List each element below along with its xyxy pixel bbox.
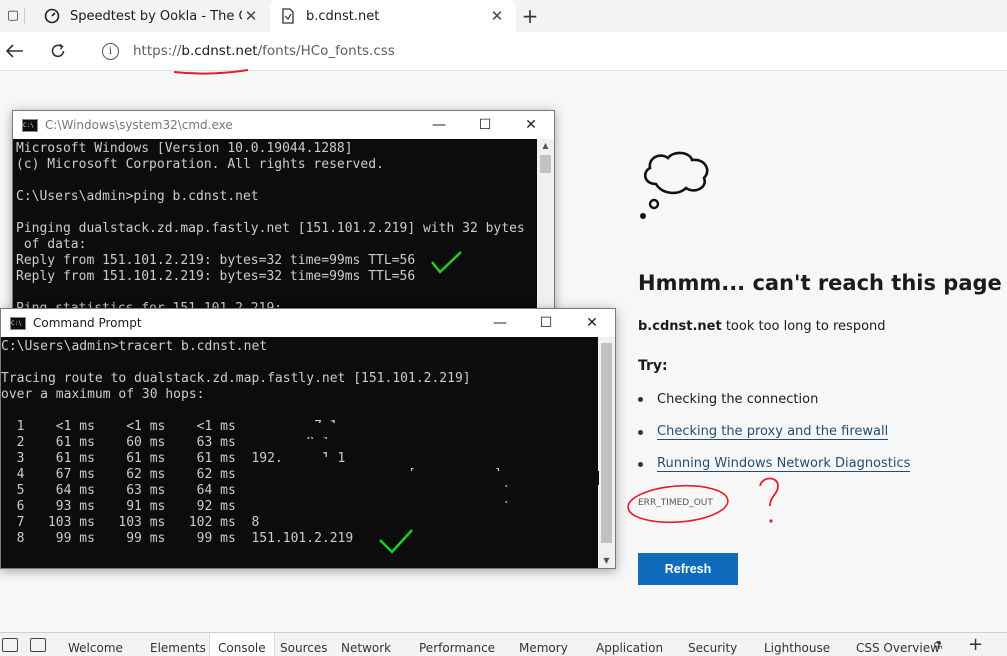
navigation-bar: i https://b.cdnst.net/fonts/HCo_fonts.cs… — [0, 32, 1007, 71]
devtools-tabbar: Welcome Elements Console Sources Network Perf… — [0, 632, 1007, 656]
window-titlebar[interactable]: C:\ C:\Windows\system32\cmd.exe — ☐ ✕ — [13, 111, 554, 139]
cmd-window-ping[interactable]: C:\ C:\Windows\system32\cmd.exe — ☐ ✕ Mi… — [12, 110, 555, 312]
maximize-icon[interactable]: ☐ — [462, 111, 508, 139]
network-diagnostics-link[interactable]: Running Windows Network Diagnostics — [657, 456, 911, 472]
terminal-line: 8 99 ms 99 ms 99 ms 151.101.2.219 — [1, 531, 354, 546]
terminal-line: Microsoft Windows [Version 10.0.19044.12… — [16, 141, 353, 156]
tab-title: Speedtest by Ookla - The Global — [70, 8, 242, 24]
bullet-icon — [638, 429, 643, 435]
error-code: ERR_TIMED_OUT — [638, 498, 713, 508]
tab-separator — [24, 8, 25, 24]
devtools-tab-console[interactable]: Console — [209, 633, 275, 656]
refresh-button[interactable]: Refresh — [638, 553, 738, 585]
terminal-line: Tracing route to dualstack.zd.map.fastly… — [1, 371, 471, 386]
bullet-icon — [638, 397, 643, 402]
speedtest-icon — [44, 8, 60, 24]
scrollbar[interactable]: ▲ — [537, 139, 554, 311]
tab-strip: ▢ Speedtest by Ookla - The Global ✕ b.cd… — [0, 0, 1007, 32]
devtools-tab-css-overview[interactable]: CSS Overview — [856, 633, 940, 656]
refresh-icon[interactable] — [46, 39, 70, 63]
close-tab-icon[interactable]: ✕ — [488, 7, 506, 25]
terminal-line: C:\Users\admin>tracert b.cdnst.net — [1, 339, 268, 354]
devtools-tab-application[interactable]: Application — [596, 633, 663, 656]
devtools-tab-network[interactable]: Network — [341, 633, 391, 656]
thought-bubble-icon — [640, 151, 709, 219]
devtools-tab-welcome[interactable]: Welcome — [68, 633, 123, 656]
bullet-icon — [638, 461, 643, 467]
tab-actions-icon[interactable]: ▢ — [4, 6, 22, 24]
document-icon — [280, 8, 296, 24]
terminal-line: 3 61 ms 61 ms 61 ms 192. 1.1 — [1, 451, 346, 466]
url-text: https://b.cdnst.net/fonts/HCo_fonts.css — [133, 43, 395, 59]
scroll-down-icon[interactable]: ▼ — [598, 554, 615, 568]
new-tab-button[interactable]: + — [518, 4, 542, 28]
tab-title: b.cdnst.net — [306, 8, 380, 24]
devtools-tab-performance[interactable]: Performance — [419, 633, 495, 656]
address-bar[interactable]: i https://b.cdnst.net/fonts/HCo_fonts.cs… — [88, 36, 1007, 66]
tab-speedtest[interactable]: Speedtest by Ookla - The Global ✕ — [34, 0, 270, 32]
terminal-line: Reply from 151.101.2.219: bytes=32 time=… — [16, 253, 416, 268]
cmd-window-tracert[interactable]: C:\ Command Prompt — ☐ ✕ C:\Users\admin>… — [0, 308, 616, 569]
scroll-thumb[interactable] — [540, 155, 551, 173]
proxy-firewall-link[interactable]: Checking the proxy and the firewall — [657, 424, 889, 440]
device-emulation-icon[interactable] — [30, 638, 46, 652]
close-icon[interactable]: ✕ — [569, 309, 615, 337]
terminal-line: Reply from 151.101.2.219: bytes=32 time=… — [16, 269, 416, 284]
suggestion-item: Running Windows Network Diagnostics — [638, 456, 911, 472]
close-icon[interactable]: ✕ — [508, 111, 554, 139]
devtools-tab-security[interactable]: Security — [688, 633, 737, 656]
flask-icon: ⚗ — [933, 639, 943, 652]
terminal-output[interactable]: C:\Users\admin>tracert b.cdnst.net Traci… — [1, 337, 598, 568]
cmd-icon: C:\ — [10, 316, 26, 330]
window-title: C:\Windows\system32\cmd.exe — [45, 118, 233, 132]
redaction-mark — [259, 439, 337, 451]
window-title: Command Prompt — [33, 316, 142, 330]
inspect-element-icon[interactable] — [2, 638, 18, 652]
devtools-tab-elements[interactable]: Elements — [150, 633, 206, 656]
scrollbar[interactable]: ▼ — [598, 337, 615, 568]
scroll-up-icon[interactable]: ▲ — [537, 139, 554, 153]
info-icon[interactable]: i — [102, 42, 119, 60]
suggestion-item: Checking the connection — [638, 392, 818, 407]
maximize-icon[interactable]: ☐ — [523, 309, 569, 337]
redaction-mark — [259, 487, 519, 501]
try-heading: Try: — [638, 358, 668, 374]
tab-cdnst[interactable]: b.cdnst.net ✕ — [270, 0, 516, 32]
redaction-mark — [259, 503, 519, 517]
devtools-tab-memory[interactable]: Memory — [519, 633, 568, 656]
error-subtitle: b.cdnst.net took too long to respond — [638, 319, 886, 334]
terminal-line: over a maximum of 30 hops: — [1, 387, 205, 402]
redaction-mark — [259, 471, 599, 485]
suggestion-text: Checking the connection — [657, 392, 819, 407]
terminal-output[interactable]: Microsoft Windows [Version 10.0.19044.12… — [13, 139, 537, 311]
minimize-icon[interactable]: — — [416, 111, 462, 139]
terminal-line: C:\Users\admin>ping b.cdnst.net — [16, 189, 259, 204]
close-tab-icon[interactable]: ✕ — [242, 7, 260, 25]
window-titlebar[interactable]: C:\ Command Prompt — ☐ ✕ — [1, 309, 615, 337]
redaction-mark — [307, 457, 337, 467]
redaction-mark — [259, 423, 349, 437]
redaction-mark — [263, 519, 373, 531]
error-title: Hmmm... can't reach this page — [638, 271, 1002, 295]
scroll-thumb[interactable] — [601, 343, 612, 543]
terminal-line: of data: — [16, 237, 87, 252]
devtools-tab-lighthouse[interactable]: Lighthouse — [764, 633, 830, 656]
devtools-tab-sources[interactable]: Sources — [280, 633, 327, 656]
suggestion-item: Checking the proxy and the firewall — [638, 424, 889, 440]
terminal-line: (c) Microsoft Corporation. All rights re… — [16, 157, 384, 172]
cmd-icon: C:\ — [22, 118, 38, 132]
back-arrow-icon[interactable] — [3, 39, 27, 63]
add-tool-button[interactable]: + — [968, 634, 983, 655]
minimize-icon[interactable]: — — [477, 309, 523, 337]
terminal-line: Pinging dualstack.zd.map.fastly.net [151… — [16, 221, 525, 236]
